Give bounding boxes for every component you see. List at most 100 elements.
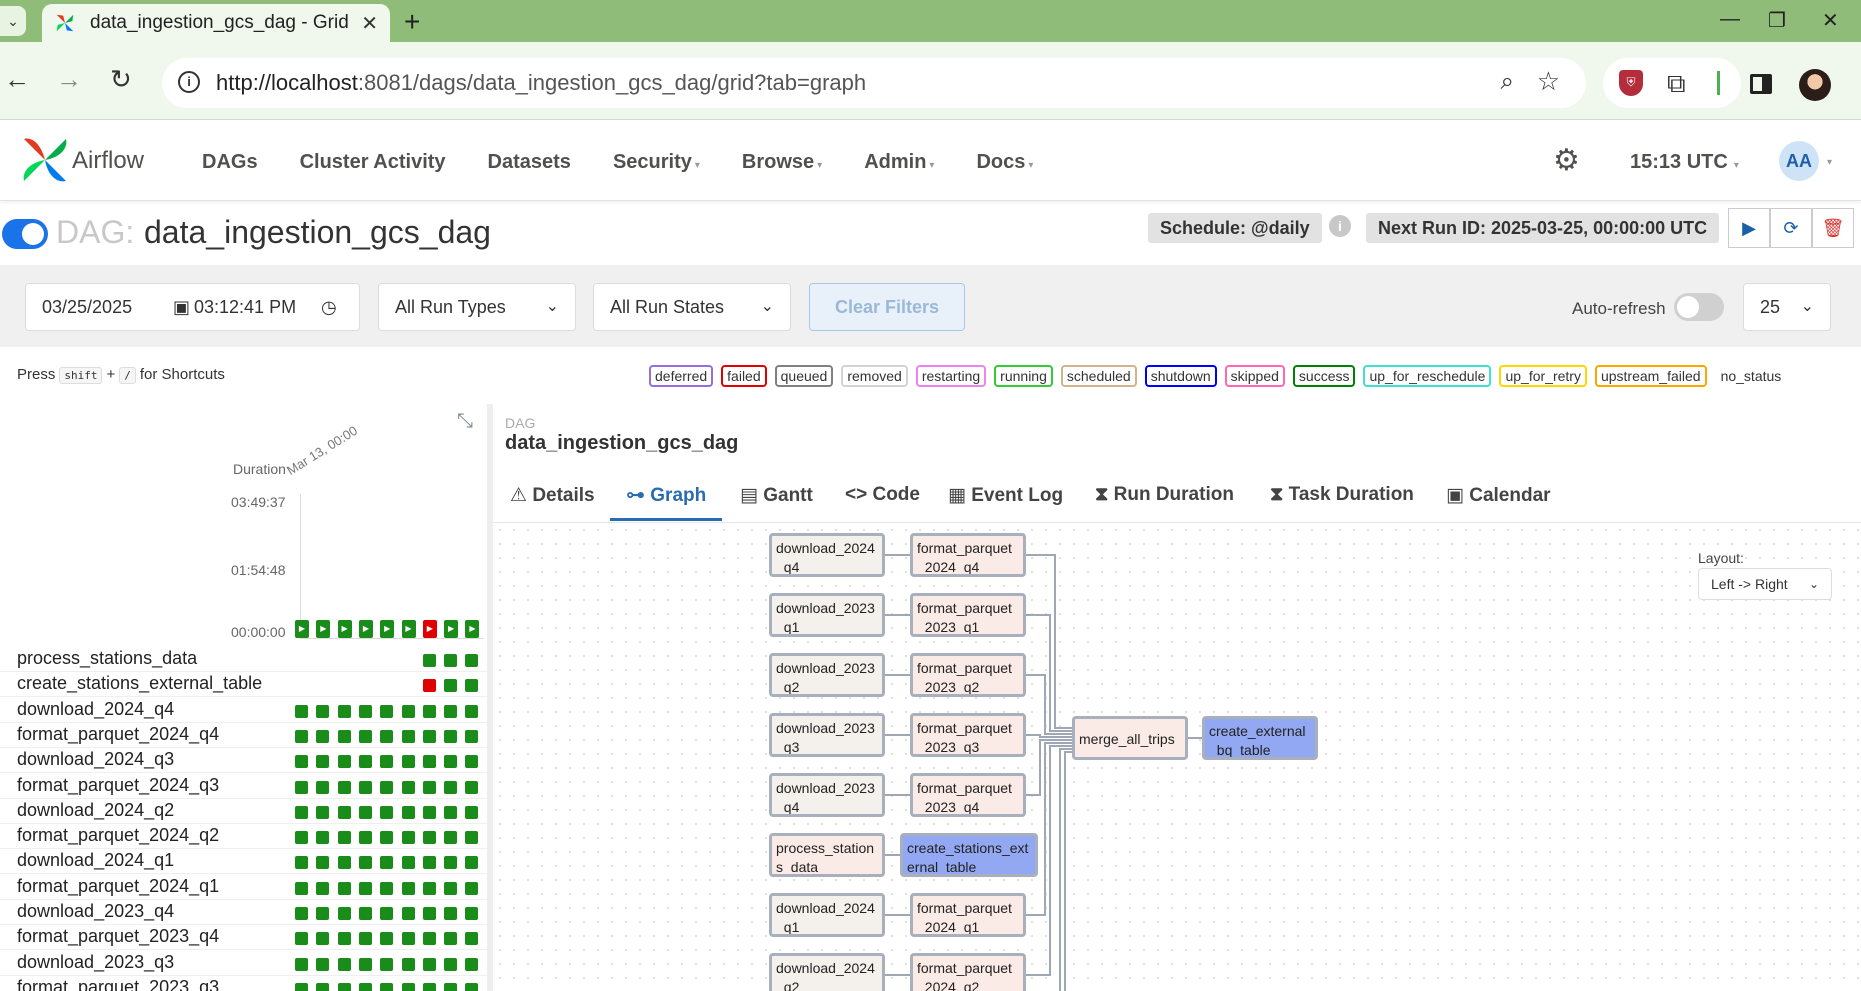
task-instance-cell[interactable] bbox=[444, 982, 458, 991]
graph-node[interactable]: download_2023_q3 bbox=[769, 713, 885, 757]
task-instance-cell[interactable] bbox=[337, 856, 351, 870]
task-instance-cell[interactable] bbox=[316, 982, 330, 991]
task-row[interactable]: download_2023_q3 bbox=[0, 951, 487, 976]
task-instance-cell[interactable] bbox=[337, 755, 351, 769]
task-instance-cell[interactable] bbox=[358, 729, 372, 743]
task-row[interactable]: create_stations_external_table bbox=[0, 672, 487, 698]
graph-node[interactable]: format_parquet_2023_q2 bbox=[910, 653, 1026, 697]
dag-run-bar[interactable]: ▶ bbox=[358, 620, 373, 638]
task-instance-cell[interactable] bbox=[444, 881, 458, 895]
task-instance-cell[interactable] bbox=[444, 654, 458, 667]
task-instance-cell[interactable] bbox=[358, 704, 372, 718]
restore-icon[interactable]: ❐ bbox=[1768, 8, 1786, 33]
task-instance-cell[interactable] bbox=[380, 982, 394, 991]
task-instance-cell[interactable] bbox=[358, 982, 372, 991]
parse-dag-button[interactable]: ⟳ bbox=[1770, 208, 1812, 248]
task-instance-cell[interactable] bbox=[444, 907, 458, 920]
task-instance-cell[interactable] bbox=[295, 982, 308, 991]
task-name[interactable]: download_2024_q2 bbox=[17, 800, 174, 821]
task-name[interactable]: download_2024_q3 bbox=[17, 749, 174, 770]
graph-node[interactable]: download_2024_q4 bbox=[769, 533, 885, 577]
task-instance-cell[interactable] bbox=[295, 755, 308, 769]
task-instance-cell[interactable] bbox=[422, 932, 436, 946]
task-instance-cell[interactable] bbox=[422, 957, 436, 971]
task-instance-cell[interactable] bbox=[337, 957, 351, 971]
task-row[interactable]: format_parquet_2024_q1 bbox=[0, 875, 487, 900]
task-instance-cell[interactable] bbox=[316, 932, 330, 946]
task-instance-cell[interactable] bbox=[337, 805, 351, 819]
graph-node[interactable]: format_parquet_2024_q2 bbox=[910, 953, 1026, 991]
task-name[interactable]: download_2023_q3 bbox=[17, 952, 174, 973]
profile-avatar[interactable] bbox=[1799, 69, 1831, 101]
task-instance-cell[interactable] bbox=[422, 805, 436, 819]
task-instance-cell[interactable] bbox=[444, 932, 458, 946]
task-instance-cell[interactable] bbox=[358, 805, 372, 819]
side-panel-icon[interactable] bbox=[1750, 74, 1772, 94]
task-instance-cell[interactable] bbox=[295, 907, 308, 920]
task-name[interactable]: format_parquet_2024_q2 bbox=[17, 825, 219, 846]
task-name[interactable]: download_2024_q1 bbox=[17, 850, 174, 871]
calendar-icon[interactable]: ▣ bbox=[173, 284, 190, 330]
task-row[interactable]: download_2024_q3 bbox=[0, 748, 487, 774]
extensions-puzzle-icon[interactable]: ⧉ bbox=[1667, 68, 1686, 100]
task-instance-cell[interactable] bbox=[444, 729, 458, 743]
task-instance-cell[interactable] bbox=[380, 755, 394, 769]
graph-node[interactable]: download_2023_q4 bbox=[769, 773, 885, 817]
run-type-select[interactable]: All Run Types ⌄ bbox=[378, 283, 576, 331]
task-instance-cell[interactable] bbox=[337, 932, 351, 946]
timezone-dropdown[interactable]: 15:13 UTC ▾ bbox=[1630, 151, 1739, 174]
graph-node[interactable]: process_stations_data bbox=[769, 833, 885, 877]
task-instance-cell[interactable] bbox=[358, 856, 372, 870]
reload-icon[interactable]: ↻ bbox=[110, 64, 132, 95]
legend-no-status[interactable]: no_status bbox=[1715, 365, 1788, 387]
legend-scheduled[interactable]: scheduled bbox=[1060, 365, 1137, 387]
task-row[interactable]: download_2024_q1 bbox=[0, 849, 487, 875]
task-instance-cell[interactable] bbox=[337, 881, 351, 895]
gear-icon[interactable]: ⚙ bbox=[1553, 143, 1580, 178]
task-instance-cell[interactable] bbox=[444, 755, 458, 769]
task-instance-cell[interactable] bbox=[444, 957, 458, 971]
task-instance-cell[interactable] bbox=[358, 957, 372, 971]
task-instance-cell[interactable] bbox=[295, 881, 308, 895]
graph-node[interactable]: format_parquet_2023_q1 bbox=[910, 593, 1026, 637]
task-instance-cell[interactable] bbox=[465, 805, 479, 819]
tab-search-chevron-icon[interactable]: ⌄ bbox=[0, 6, 26, 36]
task-instance-cell[interactable] bbox=[380, 805, 394, 819]
forward-icon[interactable]: → bbox=[56, 64, 82, 95]
task-name[interactable]: create_stations_external_table bbox=[17, 673, 262, 694]
dag-run-bar[interactable]: ▶ bbox=[422, 620, 437, 638]
task-instance-cell[interactable] bbox=[422, 856, 436, 870]
task-instance-cell[interactable] bbox=[358, 755, 372, 769]
task-instance-cell[interactable] bbox=[295, 856, 308, 870]
task-instance-cell[interactable] bbox=[380, 932, 394, 946]
task-instance-cell[interactable] bbox=[401, 982, 415, 991]
task-instance-cell[interactable] bbox=[316, 805, 330, 819]
legend-removed[interactable]: removed bbox=[841, 365, 908, 387]
tab-gantt[interactable]: ▤ Gantt bbox=[740, 484, 813, 507]
task-instance-cell[interactable] bbox=[444, 679, 458, 693]
clear-filters-button[interactable]: Clear Filters bbox=[809, 283, 965, 331]
task-row[interactable]: download_2024_q4 bbox=[0, 698, 487, 723]
task-name[interactable]: process_stations_data bbox=[17, 648, 197, 669]
task-instance-cell[interactable] bbox=[380, 704, 394, 718]
task-instance-cell[interactable] bbox=[465, 856, 479, 870]
task-instance-cell[interactable] bbox=[401, 881, 415, 895]
task-instance-cell[interactable] bbox=[422, 907, 436, 920]
menu-datasets[interactable]: Datasets bbox=[488, 151, 571, 174]
dag-run-bar[interactable]: ▶ bbox=[465, 620, 480, 638]
legend-success[interactable]: success bbox=[1292, 365, 1356, 387]
menu-dags[interactable]: DAGs bbox=[202, 151, 258, 174]
tab-code[interactable]: <> Code bbox=[845, 484, 920, 506]
trigger-dag-button[interactable]: ▶ bbox=[1728, 208, 1770, 248]
task-instance-cell[interactable] bbox=[316, 831, 330, 845]
legend-queued[interactable]: queued bbox=[774, 365, 834, 387]
dag-run-bar[interactable]: ▶ bbox=[444, 620, 459, 638]
task-row[interactable]: process_stations_data bbox=[0, 647, 487, 672]
graph-node[interactable]: format_parquet_2024_q4 bbox=[910, 533, 1026, 577]
legend-failed[interactable]: failed bbox=[721, 365, 767, 387]
task-row[interactable]: download_2023_q4 bbox=[0, 900, 487, 925]
site-info-icon[interactable]: i bbox=[178, 71, 200, 93]
task-instance-cell[interactable] bbox=[358, 907, 372, 920]
run-state-select[interactable]: All Run States ⌄ bbox=[593, 283, 791, 331]
clock-icon[interactable]: ◷ bbox=[321, 284, 337, 330]
